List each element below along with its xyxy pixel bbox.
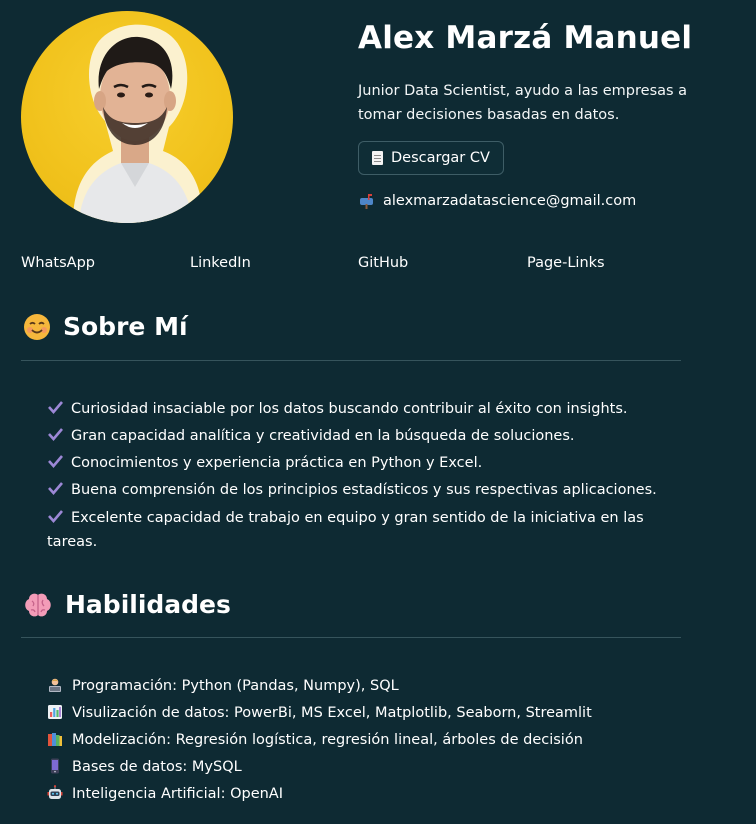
profile-tagline: Junior Data Scientist, ayudo a las empre… [358,83,688,123]
about-heading: Sobre Mí [23,312,188,341]
about-list: Curiosidad insaciable por los datos busc… [47,396,667,554]
mobile-phone-icon [51,758,59,774]
brain-icon [25,593,51,616]
email-address[interactable]: alexmarzadatascience@gmail.com [383,193,636,209]
skills-title: Habilidades [65,590,231,619]
skills-heading: Habilidades [23,590,231,619]
about-item: Gran capacidad analítica y creatividad e… [47,423,667,450]
about-item: Conocimientos y experiencia práctica en … [47,450,667,477]
mailbox-icon [360,194,373,209]
about-title: Sobre Mí [63,312,188,341]
about-item: Curiosidad insaciable por los datos busc… [47,396,667,423]
skill-item: Visulización de datos: PowerBi, MS Excel… [47,700,667,727]
skill-item: Bases de datos: MySQL [47,754,667,781]
profile-name: Alex Marzá Manuel [358,20,693,56]
check-icon [48,428,63,441]
social-links: WhatsApp LinkedIn GitHub Page-Links [0,255,756,277]
about-item: Buena comprensión de los principios esta… [47,477,667,504]
portfolio-page: Alex Marzá Manuel Junior Data Scientist,… [0,0,756,824]
skill-item: Modelización: Regresión logística, regre… [47,727,667,754]
check-icon [48,455,63,468]
smiling-face-icon [24,313,50,340]
linkedin-link[interactable]: LinkedIn [190,255,251,271]
document-icon [372,151,383,165]
technologist-icon [49,678,61,692]
page-links-link[interactable]: Page-Links [527,255,605,271]
bar-chart-icon [48,705,62,719]
email-row: alexmarzadatascience@gmail.com [358,193,636,209]
books-icon [48,733,62,746]
download-cv-button[interactable]: Descargar CV [358,141,504,175]
robot-icon [47,785,63,799]
about-divider [21,360,681,361]
skills-list: Programación: Python (Pandas, Numpy), SQ… [47,673,667,808]
skills-divider [21,637,681,638]
profile-avatar [21,11,233,223]
skill-item: Programación: Python (Pandas, Numpy), SQ… [47,673,667,700]
skill-item: Inteligencia Artificial: OpenAI [47,781,667,808]
profile-photo [73,24,203,223]
check-icon [48,510,63,523]
github-link[interactable]: GitHub [358,255,408,271]
about-item: Excelente capacidad de trabajo en equipo… [47,510,644,550]
check-icon [48,482,63,495]
download-cv-label: Descargar CV [391,150,490,166]
check-icon [48,401,63,414]
whatsapp-link[interactable]: WhatsApp [21,255,95,271]
